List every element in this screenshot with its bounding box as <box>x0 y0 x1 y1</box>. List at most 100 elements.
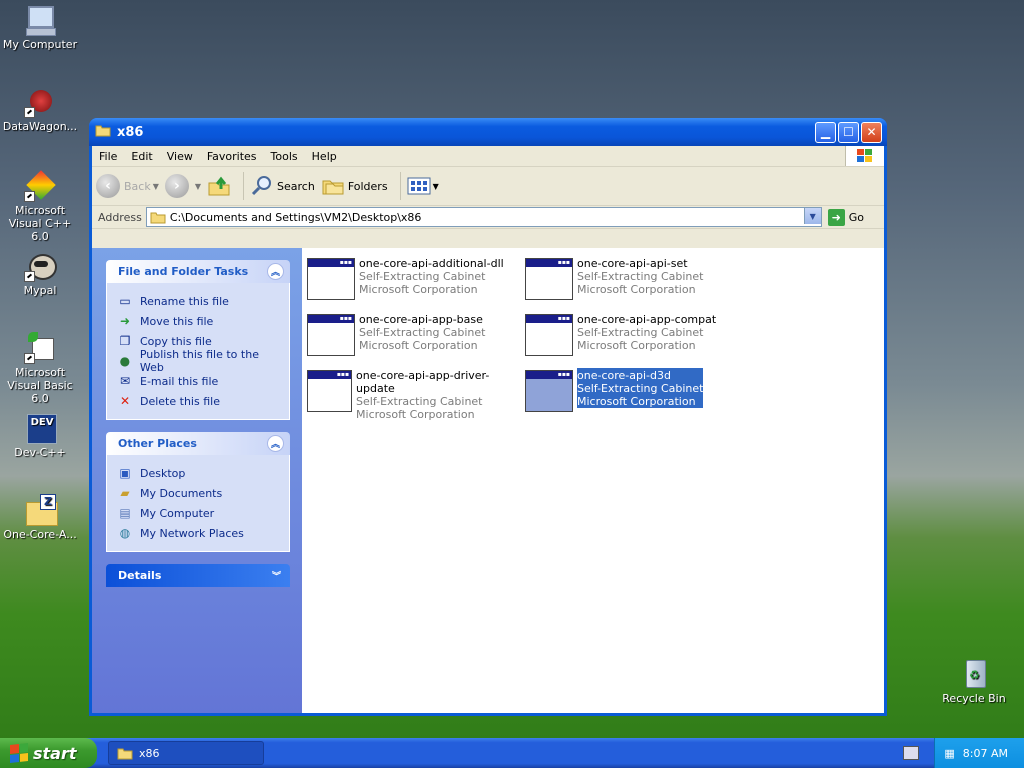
file-name: one-core-api-additional-dll <box>359 257 504 270</box>
menu-file[interactable]: File <box>92 150 124 163</box>
file-text: one-core-api-app-compat Self-Extracting … <box>577 312 716 358</box>
menu-favorites[interactable]: Favorites <box>200 150 264 163</box>
file-item-selected[interactable]: ▪▪▪ one-core-api-d3d Self-Extracting Cab… <box>525 368 735 414</box>
place-my-network[interactable]: ◍ My Network Places <box>117 523 285 543</box>
menu-bar: File Edit View Favorites Tools Help <box>92 146 884 167</box>
panel-body: ▭ Rename this file ➜ Move this file ❐ Copy … <box>106 283 290 420</box>
panel-title: File and Folder Tasks <box>118 265 249 278</box>
file-item[interactable]: ▪▪▪ one-core-api-app-base Self-Extractin… <box>307 312 517 358</box>
file-type: Self-Extracting Cabinet <box>577 382 704 395</box>
place-label: Desktop <box>140 466 186 480</box>
file-list: ▪▪▪ one-core-api-additional-dll Self-Ext… <box>302 248 884 713</box>
folders-button[interactable]: Folders <box>321 175 388 197</box>
task-rename[interactable]: ▭ Rename this file <box>117 291 285 311</box>
up-folder-icon <box>208 176 230 196</box>
menu-edit[interactable]: Edit <box>124 150 159 163</box>
title-bar[interactable]: x86 ▁ ☐ ✕ <box>89 118 887 146</box>
desktop-icon-visual-basic[interactable]: Microsoft Visual Basic 6.0 <box>0 332 80 405</box>
file-folder-tasks-panel: File and Folder Tasks ︽ ▭ Rename this fil… <box>106 260 290 420</box>
task-move[interactable]: ➜ Move this file <box>117 311 285 331</box>
window-body: File Edit View Favorites Tools Help ‹ Ba… <box>92 146 884 713</box>
go-label: Go <box>848 210 864 224</box>
file-folder-tasks-header[interactable]: File and Folder Tasks ︽ <box>106 260 290 283</box>
other-places-panel: Other Places ︽ ▣ Desktop ▰ My Documents ▤ M… <box>106 432 290 552</box>
panel-body: ▣ Desktop ▰ My Documents ▤ My Computer ◍ My … <box>106 455 290 552</box>
collapse-icon[interactable]: ︽ <box>267 263 284 280</box>
up-folder-button[interactable] <box>207 175 231 197</box>
visual-cpp-icon <box>24 170 56 202</box>
chevron-down-icon: ▼ <box>809 211 816 221</box>
desktop-icon-devcpp[interactable]: DEV Dev-C++ <box>0 412 80 459</box>
folder-icon <box>150 212 166 224</box>
file-text: one-core-api-app-base Self-Extracting Ca… <box>359 312 485 358</box>
start-button[interactable]: start <box>0 738 97 768</box>
desktop-icon: ▣ <box>119 466 131 480</box>
close-button[interactable]: ✕ <box>861 121 882 143</box>
task-pane: File and Folder Tasks ︽ ▭ Rename this fil… <box>92 248 302 713</box>
task-label: E-mail this file <box>140 374 219 388</box>
cabinet-file-icon: ▪▪▪ <box>525 314 573 356</box>
file-type: Self-Extracting Cabinet <box>359 270 486 283</box>
go-arrow-icon: ➜ <box>827 208 845 226</box>
desktop-icon-datawagon[interactable]: DataWagon... <box>0 86 80 133</box>
other-places-header[interactable]: Other Places ︽ <box>106 432 290 455</box>
file-item[interactable]: ▪▪▪ one-core-api-app-compat Self-Extract… <box>525 312 735 358</box>
search-button[interactable]: Search <box>250 175 315 197</box>
back-button[interactable]: ‹ Back ▼ <box>96 174 159 198</box>
cabinet-file-icon: ▪▪▪ <box>525 258 573 300</box>
maximize-button[interactable]: ☐ <box>838 121 859 143</box>
file-type: Self-Extracting Cabinet <box>577 270 704 283</box>
menu-view[interactable]: View <box>160 150 200 163</box>
forward-button[interactable]: › ▼ <box>164 174 201 198</box>
desktop-icon-label: My Computer <box>2 38 78 51</box>
panel-title: Other Places <box>118 437 197 450</box>
task-label: Rename this file <box>140 294 229 308</box>
cabinet-file-icon: ▪▪▪ <box>307 258 355 300</box>
desktop-icon-label: Mypal <box>23 284 57 297</box>
task-publish[interactable]: ● Publish this file to the Web <box>117 348 285 374</box>
go-button[interactable]: ➜ Go <box>827 208 864 226</box>
file-text: one-core-api-additional-dll Self-Extract… <box>359 256 504 302</box>
taskbar-item-x86[interactable]: x86 <box>108 741 264 765</box>
panel-title: Details <box>118 569 162 582</box>
cabinet-file-icon: ▪▪▪ <box>525 370 573 412</box>
views-button[interactable]: ▼ <box>407 176 439 196</box>
menu-help[interactable]: Help <box>305 150 344 163</box>
file-name: one-core-api-app-driver-update <box>356 369 490 395</box>
place-desktop[interactable]: ▣ Desktop <box>117 463 285 483</box>
desktop-icon-label: One-Core-A... <box>3 528 77 541</box>
folder-icon <box>117 748 133 760</box>
desktop-icon-recycle-bin[interactable]: ♻ Recycle Bin <box>934 658 1014 705</box>
place-my-documents[interactable]: ▰ My Documents <box>117 483 285 503</box>
expand-icon[interactable]: ︾ <box>269 568 284 583</box>
delete-icon: ✕ <box>119 394 131 408</box>
file-name: one-core-api-d3d <box>577 369 671 382</box>
file-item[interactable]: ▪▪▪ one-core-api-api-set Self-Extracting… <box>525 256 735 302</box>
copy-icon: ❐ <box>119 334 131 348</box>
file-item[interactable]: ▪▪▪ one-core-api-app-driver-update Self-… <box>307 368 517 421</box>
desktop-icon-mypal[interactable]: Mypal <box>0 250 80 297</box>
details-header[interactable]: Details ︾ <box>106 564 290 587</box>
folders-icon <box>322 180 344 195</box>
clock[interactable]: 8:07 AM <box>963 747 1008 760</box>
task-email[interactable]: ✉ E-mail this file <box>117 371 285 391</box>
minimize-button[interactable]: ▁ <box>815 121 836 143</box>
menu-tools[interactable]: Tools <box>264 150 305 163</box>
collapse-icon[interactable]: ︽ <box>267 435 284 452</box>
keyboard-icon[interactable] <box>903 746 919 760</box>
file-type: Self-Extracting Cabinet <box>359 326 486 339</box>
desktop-icon-my-computer[interactable]: My Computer <box>0 4 80 51</box>
file-text: one-core-api-api-set Self-Extracting Cab… <box>577 256 703 302</box>
desktop-icon-visual-cpp[interactable]: Microsoft Visual C++ 6.0 <box>0 170 80 243</box>
address-input[interactable]: C:\Documents and Settings\VM2\Desktop\x8… <box>145 207 822 227</box>
task-delete[interactable]: ✕ Delete this file <box>117 391 285 411</box>
network-tray-icon[interactable]: ▦ <box>944 747 954 760</box>
address-label: Address <box>98 210 142 224</box>
toolbar-separator <box>399 172 401 200</box>
folders-label: Folders <box>347 179 388 193</box>
desktop-icon-one-core[interactable]: Z One-Core-A... <box>0 494 80 541</box>
address-dropdown-button[interactable]: ▼ <box>803 208 821 224</box>
place-my-computer[interactable]: ▤ My Computer <box>117 503 285 523</box>
datawagon-icon <box>24 86 56 118</box>
file-item[interactable]: ▪▪▪ one-core-api-additional-dll Self-Ext… <box>307 256 517 302</box>
